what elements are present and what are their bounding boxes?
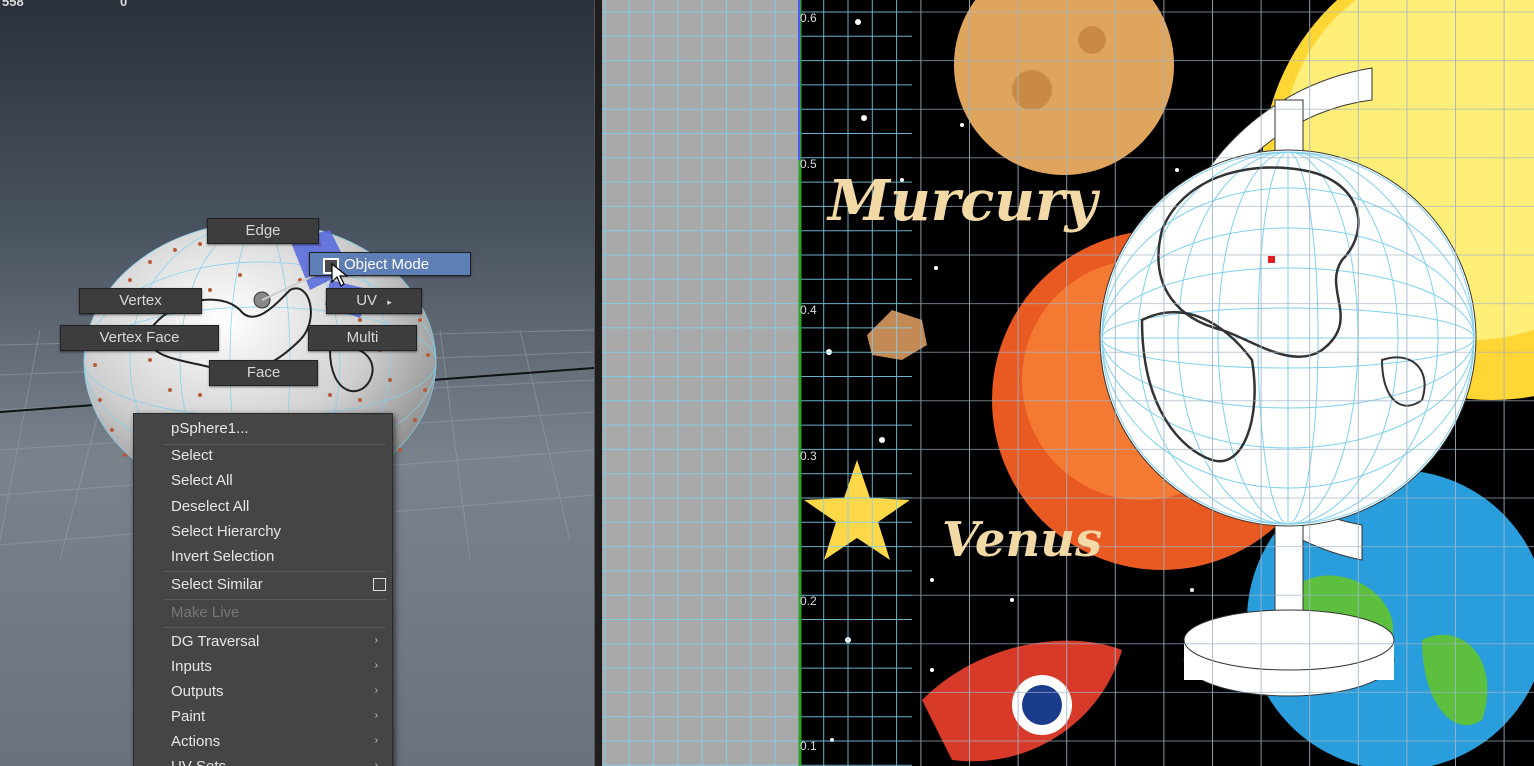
submenu-arrow-icon: › bbox=[374, 660, 378, 671]
menu-separator bbox=[164, 444, 386, 445]
submenu-arrow-icon: › bbox=[374, 635, 378, 646]
context-menu: pSphere1... Select Select All Deselect A… bbox=[133, 413, 393, 766]
submenu-arrow-icon: › bbox=[374, 735, 378, 746]
menu-separator bbox=[164, 571, 386, 572]
option-box-icon[interactable] bbox=[373, 578, 386, 591]
texture-label-mercury: Murcury bbox=[828, 168, 1098, 234]
menu-item-dg-traversal[interactable]: DG Traversal bbox=[171, 632, 259, 652]
menu-separator bbox=[164, 627, 386, 628]
uv-axis-label: 0.3 bbox=[800, 449, 817, 463]
mouse-cursor-icon bbox=[331, 262, 349, 287]
marking-menu-vertex[interactable]: Vertex bbox=[79, 288, 202, 314]
menu-item-outputs[interactable]: Outputs bbox=[171, 682, 224, 702]
uv-axis-label: 0.2 bbox=[800, 594, 817, 608]
marking-menu-uv[interactable]: UV ▸ bbox=[326, 288, 422, 314]
object-mode-label: Object Mode bbox=[344, 256, 430, 273]
menu-item-paint[interactable]: Paint bbox=[171, 707, 205, 727]
menu-header-object[interactable]: pSphere1... bbox=[171, 419, 249, 439]
marking-menu-vertex-face[interactable]: Vertex Face bbox=[60, 325, 219, 351]
marking-menu-edge[interactable]: Edge bbox=[207, 218, 319, 244]
marking-menu-face[interactable]: Face bbox=[209, 360, 318, 386]
submenu-arrow-icon: › bbox=[374, 710, 378, 721]
uv-axis-label: 0.6 bbox=[800, 11, 817, 25]
menu-item-select-all[interactable]: Select All bbox=[171, 471, 233, 491]
submenu-arrow-icon: ▸ bbox=[387, 297, 392, 307]
menu-item-uv-sets[interactable]: UV Sets bbox=[171, 757, 226, 766]
submenu-arrow-icon: › bbox=[374, 685, 378, 696]
menu-item-inputs[interactable]: Inputs bbox=[171, 657, 212, 677]
submenu-arrow-icon: › bbox=[374, 760, 378, 766]
menu-item-deselect-all[interactable]: Deselect All bbox=[171, 497, 249, 517]
uv-axis-label: 0.4 bbox=[800, 303, 817, 317]
marking-menu-multi[interactable]: Multi bbox=[308, 325, 417, 351]
menu-item-select-similar[interactable]: Select Similar bbox=[171, 575, 263, 595]
texture-label-venus: Venus bbox=[942, 512, 1103, 568]
uv-label: UV bbox=[356, 292, 378, 309]
menu-item-select[interactable]: Select bbox=[171, 446, 213, 466]
menu-item-actions[interactable]: Actions bbox=[171, 732, 220, 752]
uv-axis-label: 0.5 bbox=[800, 157, 817, 171]
uv-axis-label: 0.1 bbox=[800, 739, 817, 753]
menu-separator bbox=[164, 599, 386, 600]
uv-texture-graphics bbox=[602, 0, 1534, 766]
uv-editor-panel[interactable]: Murcury Venus 0.6 0.5 0.4 0.3 0.2 0.1 bbox=[602, 0, 1534, 766]
menu-item-select-hierarchy[interactable]: Select Hierarchy bbox=[171, 522, 281, 542]
perspective-viewport[interactable]: 558 0 Edge Object Mode Vertex UV ▸ Verte… bbox=[0, 0, 594, 766]
menu-item-invert-selection[interactable]: Invert Selection bbox=[171, 547, 274, 567]
menu-item-make-live: Make Live bbox=[171, 604, 240, 621]
